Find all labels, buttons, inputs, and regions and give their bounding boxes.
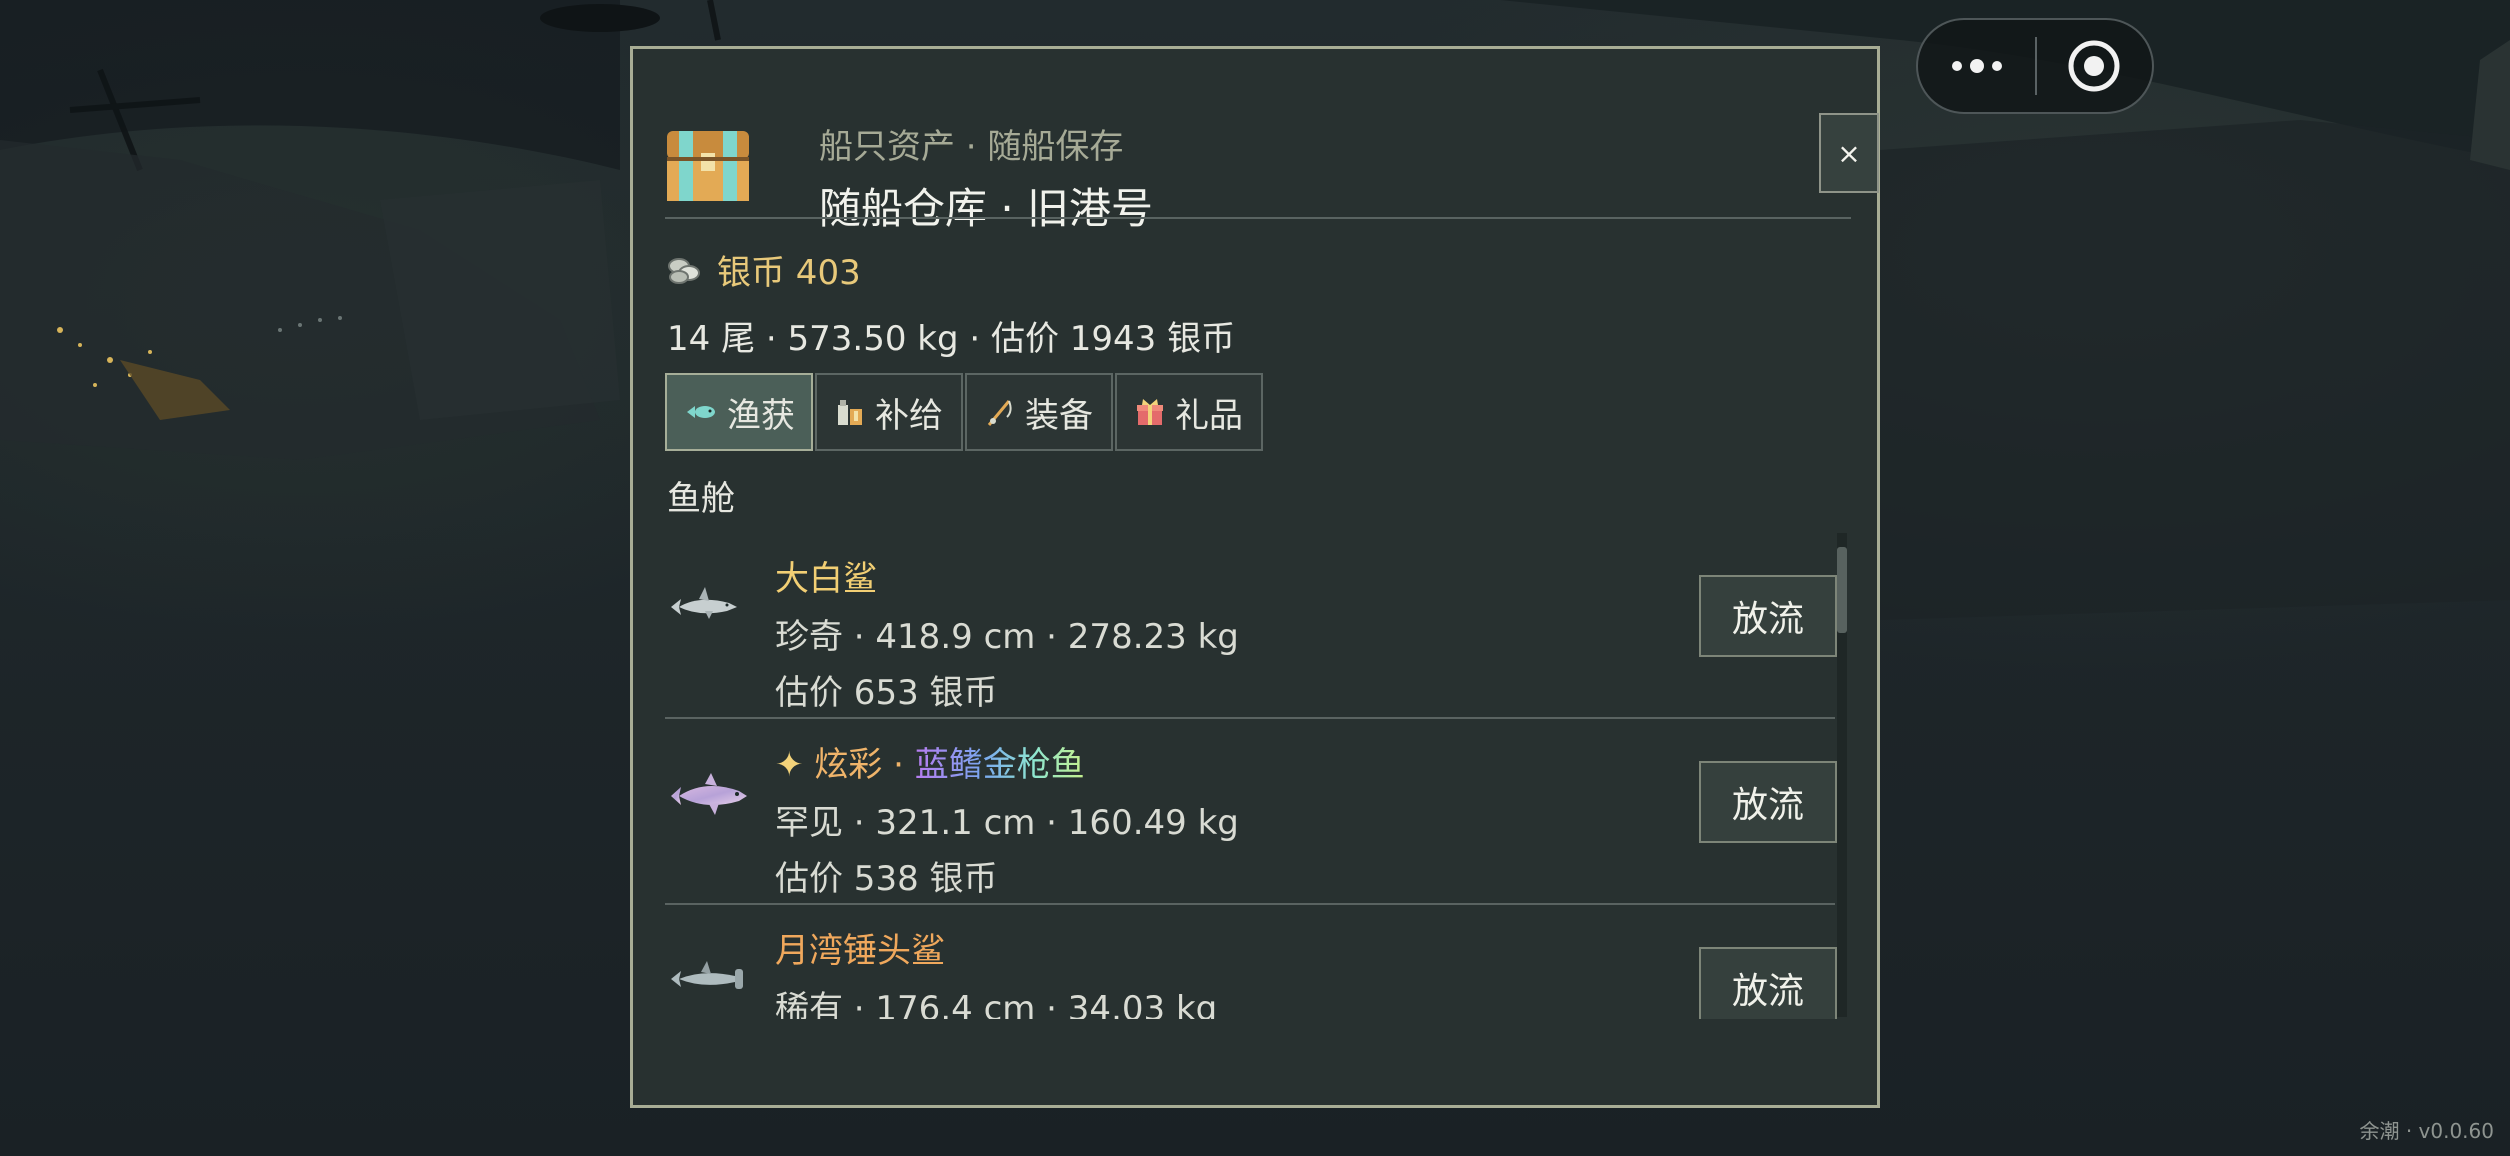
supply-bottle-icon <box>835 397 865 427</box>
list-item: 月湾锤头鲨 稀有 · 176.4 cm · 34.03 kg 放流 <box>665 905 1837 1019</box>
storage-tabs: 渔获 补给 装备 礼品 <box>665 373 1265 451</box>
fish-hold-label: 鱼舱 <box>667 479 735 519</box>
tab-supplies[interactable]: 补给 <box>815 373 963 451</box>
fish-stats: 珍奇 · 418.9 cm · 278.23 kg <box>775 617 1239 657</box>
coins-icon <box>668 257 700 284</box>
release-button[interactable]: 放流 <box>1699 947 1837 1019</box>
mini-program-capsule <box>1916 18 2154 114</box>
fish-variant: 炫彩 · <box>814 745 915 785</box>
fish-stats: 稀有 · 176.4 cm · 34.03 kg <box>775 989 1218 1019</box>
panel-title: 随船仓库 · 旧港号 <box>819 184 1154 233</box>
shiny-star-icon: ✦ <box>775 745 804 785</box>
tab-gifts[interactable]: 礼品 <box>1115 373 1263 451</box>
tuna-icon <box>671 773 747 815</box>
fish-list[interactable]: 大白鲨 珍奇 · 418.9 cm · 278.23 kg 估价 653 银币 … <box>665 533 1851 1019</box>
fish-name: 大白鲨 <box>775 559 877 599</box>
coins-balance: 银币 403 <box>667 245 861 294</box>
record-target-icon <box>2068 40 2120 92</box>
list-item: 大白鲨 珍奇 · 418.9 cm · 278.23 kg 估价 653 银币 … <box>665 533 1837 719</box>
fish-name: ✦ 炫彩 · 蓝鳍金枪鱼 <box>775 737 1085 786</box>
tab-equipment[interactable]: 装备 <box>965 373 1113 451</box>
treasure-chest-icon <box>667 131 749 201</box>
fishing-rod-icon <box>985 397 1015 427</box>
panel-subtitle: 船只资产 · 随船保存 <box>819 127 1124 167</box>
fish-price: 估价 653 银币 <box>775 673 998 713</box>
tab-catch[interactable]: 渔获 <box>665 373 813 451</box>
close-program-button[interactable] <box>2037 20 2152 112</box>
tab-supplies-label: 补给 <box>875 395 943 436</box>
release-button[interactable]: 放流 <box>1699 761 1837 843</box>
panel-header: 船只资产 · 随船保存 随船仓库 · 旧港号 × <box>665 79 1879 233</box>
fish-price: 估价 538 银币 <box>775 859 998 899</box>
more-dots-icon <box>1951 59 2002 73</box>
shark-icon <box>671 587 737 619</box>
cargo-summary: 14 尾 · 573.50 kg · 估价 1943 银币 <box>667 319 1236 359</box>
fish-name-rainbow: 蓝鳍金枪鱼 <box>914 745 1085 785</box>
ship-storage-panel: 船只资产 · 随船保存 随船仓库 · 旧港号 × 银币 403 14 尾 · 5… <box>630 46 1880 1108</box>
header-divider <box>665 217 1851 219</box>
close-button[interactable]: × <box>1819 113 1879 193</box>
release-button[interactable]: 放流 <box>1699 575 1837 657</box>
tab-catch-label: 渔获 <box>727 395 795 436</box>
tab-gifts-label: 礼品 <box>1175 395 1243 436</box>
hammerhead-shark-icon <box>671 961 743 989</box>
more-button[interactable] <box>1918 20 2035 112</box>
list-item: ✦ 炫彩 · 蓝鳍金枪鱼 罕见 · 321.1 cm · 160.49 kg 估… <box>665 719 1837 905</box>
tab-equipment-label: 装备 <box>1025 395 1093 436</box>
version-label: 余潮 · v0.0.60 <box>2359 1119 2494 1143</box>
fish-stats: 罕见 · 321.1 cm · 160.49 kg <box>775 803 1239 843</box>
coins-text: 银币 403 <box>717 253 861 293</box>
list-scrollbar[interactable] <box>1837 533 1847 1017</box>
scrollbar-thumb[interactable] <box>1837 547 1847 633</box>
fish-name: 月湾锤头鲨 <box>775 931 945 971</box>
fish-icon <box>683 400 717 424</box>
gift-icon <box>1135 397 1165 427</box>
